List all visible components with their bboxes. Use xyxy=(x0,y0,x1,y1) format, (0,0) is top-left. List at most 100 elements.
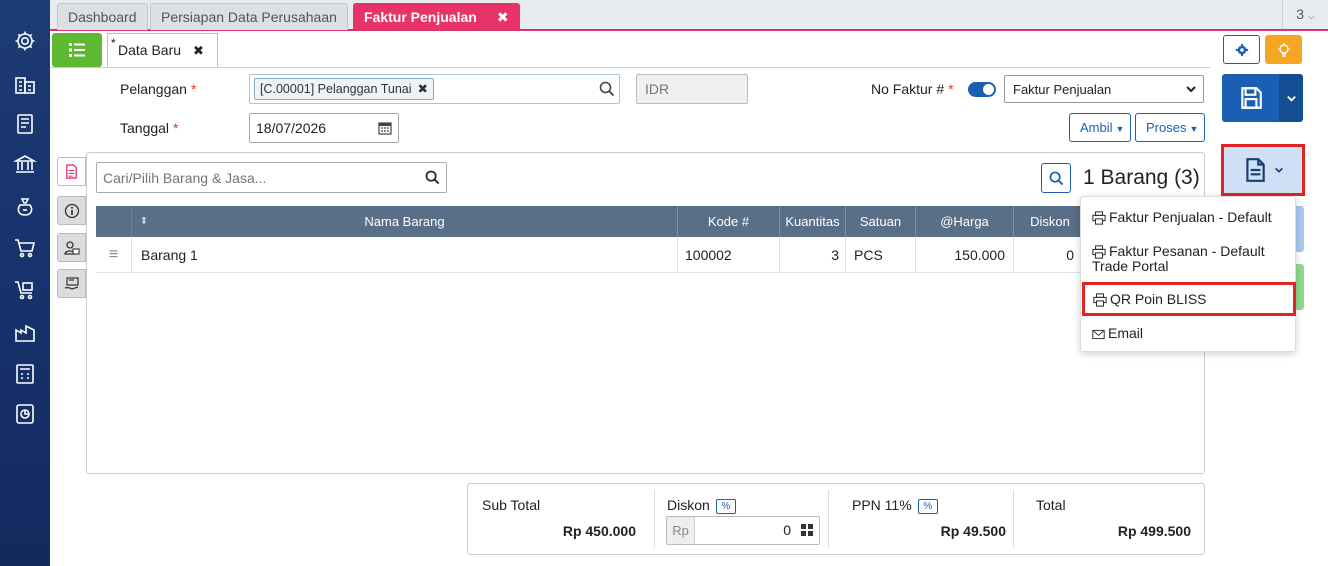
list-icon xyxy=(69,43,85,57)
items-table-header: ⬍ Nama Barang Kode # Kuantitas Satuan @H… xyxy=(96,206,1086,237)
tips-button[interactable] xyxy=(1265,35,1302,64)
invoice-number-label: No Faktur # * xyxy=(871,81,954,97)
date-input[interactable]: 18/07/2026 xyxy=(249,113,399,143)
required-mark: * xyxy=(948,81,954,97)
save-button[interactable] xyxy=(1222,74,1279,122)
purchase-cart-icon[interactable] xyxy=(11,276,39,304)
tab-persiapan-data-perusahaan[interactable]: Persiapan Data Perusahaan xyxy=(150,3,348,30)
column-nama-barang[interactable]: Nama Barang xyxy=(132,206,678,237)
save-options-dropdown[interactable] xyxy=(1279,74,1303,122)
divider xyxy=(1013,490,1014,548)
column-handle xyxy=(96,206,132,237)
close-document-icon[interactable]: ✖ xyxy=(193,43,204,58)
tab-payment[interactable] xyxy=(57,269,86,298)
menu-item-faktur-pesanan-default[interactable]: Faktur Pesanan - Default Trade Portal xyxy=(1081,244,1295,273)
cell-unit: PCS xyxy=(846,237,916,273)
money-bag-icon[interactable] xyxy=(11,193,39,221)
menu-item-faktur-penjualan-default[interactable]: Faktur Penjualan - Default xyxy=(1081,210,1295,225)
column-satuan[interactable]: Satuan xyxy=(846,206,916,237)
tab-info[interactable] xyxy=(57,196,86,225)
chevron-down-icon xyxy=(1275,167,1283,173)
printer-icon xyxy=(1093,293,1107,307)
tab-faktur-penjualan[interactable]: Faktur Penjualan ✖ xyxy=(353,3,520,30)
search-icon[interactable] xyxy=(599,81,615,97)
lightbulb-icon xyxy=(1277,42,1290,57)
calculator-icon[interactable] xyxy=(800,522,814,538)
customer-value: [C.00001] Pelanggan Tunai xyxy=(260,82,412,96)
item-lookup-button[interactable] xyxy=(1041,163,1071,193)
menu-item-label: QR Poin BLISS xyxy=(1110,291,1207,307)
cell-quantity: 3 xyxy=(780,237,846,273)
process-button[interactable]: Proses ▼ xyxy=(1135,113,1205,142)
column-diskon[interactable]: Diskon xyxy=(1014,206,1086,237)
auto-number-toggle[interactable] xyxy=(968,82,996,97)
item-search-input[interactable] xyxy=(103,170,403,186)
tab-count-dropdown[interactable]: 3 ⌵ xyxy=(1282,0,1328,29)
print-button[interactable] xyxy=(1221,144,1305,196)
column-kode[interactable]: Kode # xyxy=(678,206,780,237)
subtotal-value: Rp 450.000 xyxy=(562,523,636,539)
menu-item-email[interactable]: Email xyxy=(1081,326,1295,341)
remove-customer-icon[interactable]: ✖ xyxy=(418,82,428,96)
ledger-book-icon[interactable] xyxy=(11,110,39,138)
sidebar xyxy=(0,0,50,566)
sales-cart-icon[interactable] xyxy=(11,234,39,262)
total-value: Rp 499.500 xyxy=(1117,523,1191,539)
side-action-button-green[interactable] xyxy=(1296,264,1304,310)
column-harga[interactable]: @Harga xyxy=(916,206,1014,237)
printer-icon xyxy=(1092,245,1106,259)
tab-items-detail[interactable] xyxy=(57,157,86,186)
tab-salesperson[interactable] xyxy=(57,233,86,262)
document-icon xyxy=(66,164,77,179)
search-icon[interactable] xyxy=(425,170,440,185)
menu-item-label: Faktur Penjualan - Default xyxy=(1109,209,1272,225)
discount-value: 0 xyxy=(783,522,791,538)
document-tab-label: Data Baru xyxy=(118,42,182,58)
take-button-label: Ambil xyxy=(1080,120,1113,135)
subtotal-label: Sub Total xyxy=(482,497,541,513)
required-mark: * xyxy=(173,120,179,136)
list-view-button[interactable] xyxy=(52,33,102,67)
document-tab-data-baru[interactable]: * Data Baru ✖ xyxy=(107,33,218,67)
cell-price: 150.000 xyxy=(916,237,1014,273)
form-settings-button[interactable] xyxy=(1223,35,1260,64)
bank-icon[interactable] xyxy=(11,150,39,178)
unsaved-marker: * xyxy=(111,36,116,50)
take-button[interactable]: Ambil ▼ xyxy=(1069,113,1131,142)
date-value: 18/07/2026 xyxy=(256,120,327,136)
invoice-type-select[interactable]: Faktur Penjualan xyxy=(1004,75,1204,103)
drag-handle-icon[interactable]: ≡ xyxy=(96,237,132,273)
tab-dashboard[interactable]: Dashboard xyxy=(57,3,148,30)
side-action-button-blue[interactable] xyxy=(1296,206,1304,252)
menu-item-label-line2: Trade Portal xyxy=(1092,258,1169,275)
total-label: Total xyxy=(1036,497,1066,513)
discount-label: Diskon% xyxy=(667,497,736,514)
tax-label: PPN 11%% xyxy=(852,497,938,514)
tax-percent-toggle[interactable]: % xyxy=(917,499,938,514)
items-panel xyxy=(86,152,1205,474)
menu-item-label: Email xyxy=(1108,325,1144,341)
cell-item-name: Barang 1 xyxy=(132,237,678,273)
column-kuantitas[interactable]: Kuantitas xyxy=(780,206,846,237)
item-search-field[interactable] xyxy=(96,162,447,193)
tax-calculator-icon[interactable] xyxy=(11,360,39,388)
close-tab-icon[interactable]: ✖ xyxy=(497,9,509,25)
tab-label: Persiapan Data Perusahaan xyxy=(161,9,337,25)
invoice-type-value: Faktur Penjualan xyxy=(1013,82,1112,97)
customer-chip: [C.00001] Pelanggan Tunai ✖ xyxy=(254,78,434,100)
info-icon xyxy=(64,203,79,218)
discount-input[interactable]: Rp 0 xyxy=(666,516,820,545)
divider xyxy=(654,490,655,548)
printer-icon xyxy=(1092,211,1106,225)
tab-label: Dashboard xyxy=(68,9,137,25)
calendar-icon[interactable] xyxy=(378,121,392,135)
date-label: Tanggal * xyxy=(120,120,179,136)
table-row[interactable]: ≡ Barang 1 100002 3 PCS 150.000 0 xyxy=(96,237,1086,273)
report-chart-icon[interactable] xyxy=(11,400,39,428)
customer-select[interactable]: [C.00001] Pelanggan Tunai ✖ xyxy=(249,74,620,104)
inventory-icon[interactable] xyxy=(11,318,39,346)
settings-icon[interactable] xyxy=(11,27,39,55)
discount-percent-toggle[interactable]: % xyxy=(715,499,736,514)
company-building-icon[interactable] xyxy=(11,70,39,98)
menu-item-qr-poin-bliss[interactable]: QR Poin BLISS xyxy=(1082,282,1296,316)
